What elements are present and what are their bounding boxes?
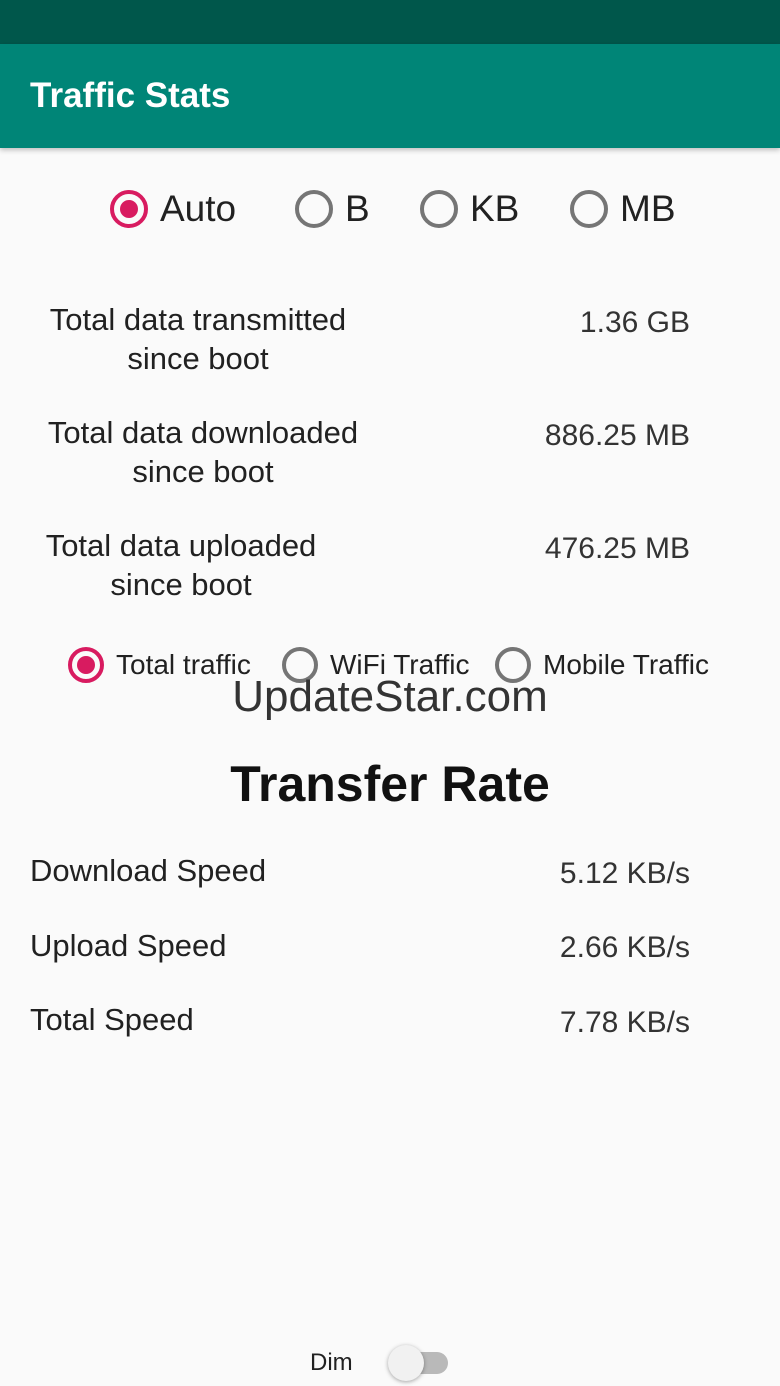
radio-unchecked-icon — [420, 190, 458, 228]
app-bar: Traffic Stats — [0, 44, 780, 148]
transfer-rate-title: Transfer Rate — [230, 756, 550, 812]
unit-radio-auto[interactable]: Auto — [110, 188, 236, 230]
unit-radio-mb[interactable]: MB — [570, 188, 676, 230]
switch-thumb[interactable] — [388, 1345, 424, 1381]
upload-speed-value: 2.66 KB/s — [559, 931, 690, 964]
total-speed-label: Total Speed — [30, 1002, 194, 1037]
unit-radio-label: B — [345, 188, 370, 229]
total-uploaded-value: 476.25 MB — [544, 532, 690, 565]
total-speed-value: 7.78 KB/s — [559, 1006, 690, 1039]
download-speed-label: Download Speed — [30, 853, 267, 888]
watermark: UpdateStar.com — [232, 672, 548, 721]
unit-radio-b[interactable]: B — [295, 188, 370, 230]
radio-checked-icon — [110, 190, 148, 228]
unit-radio-label: MB — [620, 188, 676, 229]
unit-radio-label: KB — [470, 188, 520, 229]
upload-speed-label: Upload Speed — [30, 928, 227, 963]
app-title: Traffic Stats — [30, 76, 231, 115]
total-transmitted-value: 1.36 GB — [579, 306, 690, 339]
dim-label: Dim — [310, 1349, 353, 1376]
radio-unchecked-icon — [570, 190, 608, 228]
total-downloaded-value: 886.25 MB — [544, 419, 690, 452]
status-bar — [0, 0, 780, 44]
total-transmitted-label: Total data transmitted since boot — [49, 302, 347, 376]
unit-radio-kb[interactable]: KB — [420, 188, 519, 230]
total-downloaded-label: Total data downloaded since boot — [47, 415, 359, 489]
dim-switch[interactable] — [388, 1343, 450, 1381]
download-speed-value: 5.12 KB/s — [559, 857, 690, 890]
radio-unchecked-icon — [295, 190, 333, 228]
unit-radio-label: Auto — [160, 188, 237, 229]
total-uploaded-label: Total data uploaded since boot — [45, 528, 317, 602]
